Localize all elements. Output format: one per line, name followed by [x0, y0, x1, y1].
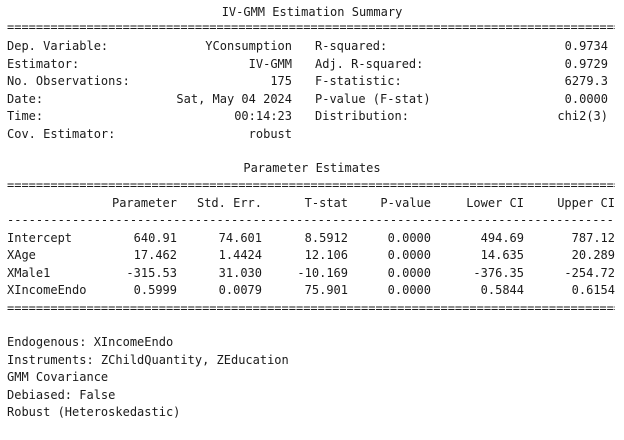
param-name: XMale1	[7, 265, 51, 280]
table-row: XIncomeEndo 0.5999 0.0079 75.901 0.0000 …	[0, 282, 624, 300]
col-header: Parameter	[111, 195, 177, 210]
param-cell: -254.72	[564, 265, 615, 280]
param-cell: -10.169	[297, 265, 348, 280]
param-name: XIncomeEndo	[7, 283, 87, 297]
param-cell: 14.635	[480, 248, 524, 262]
params-rule-top: ========================================…	[7, 178, 615, 192]
summary-value: 0.9729	[564, 56, 608, 71]
summary-value: 6279.3	[564, 74, 608, 88]
param-cell: 31.030	[218, 265, 262, 280]
console-output: IV-GMM Estimation Summary ==============…	[0, 0, 624, 422]
param-cell: 0.5999	[133, 283, 177, 297]
col-header: Std. Err.	[196, 195, 262, 210]
summary-row: Estimator: IV-GMM Adj. R-squared: 0.9729	[0, 56, 624, 74]
footer-line: GMM Covariance	[7, 370, 109, 384]
summary-row: Date: Sat, May 04 2024 P-value (F-stat) …	[0, 91, 624, 109]
param-cell: 1.4424	[218, 248, 262, 262]
param-cell: 640.91	[133, 230, 177, 245]
params-rule-bottom: ========================================…	[7, 301, 615, 315]
summary-row: Time: 00:14:23 Distribution: chi2(3)	[0, 108, 624, 126]
summary-value: YConsumption	[205, 39, 292, 53]
param-cell: -376.35	[473, 265, 524, 280]
col-header: T-stat	[304, 195, 348, 210]
param-name: Intercept	[7, 230, 73, 245]
param-cell: 12.106	[304, 248, 348, 262]
param-cell: 0.0000	[387, 283, 431, 297]
params-title: Parameter Estimates	[243, 161, 381, 175]
param-cell: 17.462	[133, 248, 177, 262]
summary-label: Estimator:	[7, 56, 80, 71]
footer-line: Robust (Heteroskedastic)	[7, 405, 181, 419]
summary-value: 0.0000	[564, 91, 608, 106]
summary-label: F-statistic:	[315, 74, 402, 88]
summary-label: Cov. Estimator:	[7, 126, 116, 141]
param-cell: 0.0000	[387, 230, 431, 245]
summary-value: IV-GMM	[248, 56, 292, 71]
params-rule-mid: ----------------------------------------…	[7, 213, 615, 227]
param-cell: 8.5912	[304, 230, 348, 245]
col-header: Upper CI	[557, 195, 615, 210]
summary-value: chi2(3)	[557, 109, 608, 123]
summary-row: Dep. Variable: YConsumption R-squared: 0…	[0, 38, 624, 56]
summary-value: robust	[248, 126, 292, 141]
summary-label: Adj. R-squared:	[315, 56, 424, 71]
summary-value: 175	[270, 74, 292, 88]
param-cell: 20.289	[571, 248, 615, 262]
summary-label: Date:	[7, 91, 44, 106]
summary-label: R-squared:	[315, 39, 388, 53]
param-cell: 0.0000	[387, 248, 431, 262]
footer-line: Debiased: False	[7, 387, 116, 402]
summary-value: 00:14:23	[234, 109, 292, 123]
param-name: XAge	[7, 248, 36, 262]
params-header-row: Parameter Std. Err. T-stat P-value Lower…	[0, 195, 624, 213]
param-cell: 0.6154	[571, 283, 615, 297]
summary-label: Distribution:	[315, 109, 409, 123]
summary-row: Cov. Estimator: robust	[0, 126, 624, 144]
summary-label: No. Observations:	[7, 74, 130, 88]
summary-label: Dep. Variable:	[7, 39, 109, 53]
param-cell: 74.601	[218, 230, 262, 245]
param-cell: 494.69	[480, 230, 524, 245]
summary-label: P-value (F-stat)	[315, 91, 431, 106]
param-cell: 0.5844	[480, 283, 524, 297]
param-cell: -315.53	[126, 265, 177, 280]
table-row: XAge 17.462 1.4424 12.106 0.0000 14.635 …	[0, 247, 624, 265]
param-cell: 787.12	[571, 230, 615, 245]
summary-row: No. Observations: 175 F-statistic: 6279.…	[0, 73, 624, 91]
param-cell: 0.0079	[218, 283, 262, 297]
summary-value: Sat, May 04 2024	[176, 91, 292, 106]
param-cell: 75.901	[304, 283, 348, 297]
footer-line: Endogenous: XIncomeEndo	[7, 335, 174, 349]
summary-value: 0.9734	[564, 39, 608, 53]
param-cell: 0.0000	[387, 265, 431, 280]
summary-rule-top: ========================================…	[7, 20, 615, 34]
table-row: Intercept 640.91 74.601 8.5912 0.0000 49…	[0, 230, 624, 248]
table-row: XMale1 -315.53 31.030 -10.169 0.0000 -37…	[0, 265, 624, 283]
col-header: P-value	[380, 195, 431, 210]
summary-label: Time:	[7, 109, 44, 123]
footer-line: Instruments: ZChildQuantity, ZEducation	[7, 352, 289, 367]
col-header: Lower CI	[466, 195, 524, 210]
